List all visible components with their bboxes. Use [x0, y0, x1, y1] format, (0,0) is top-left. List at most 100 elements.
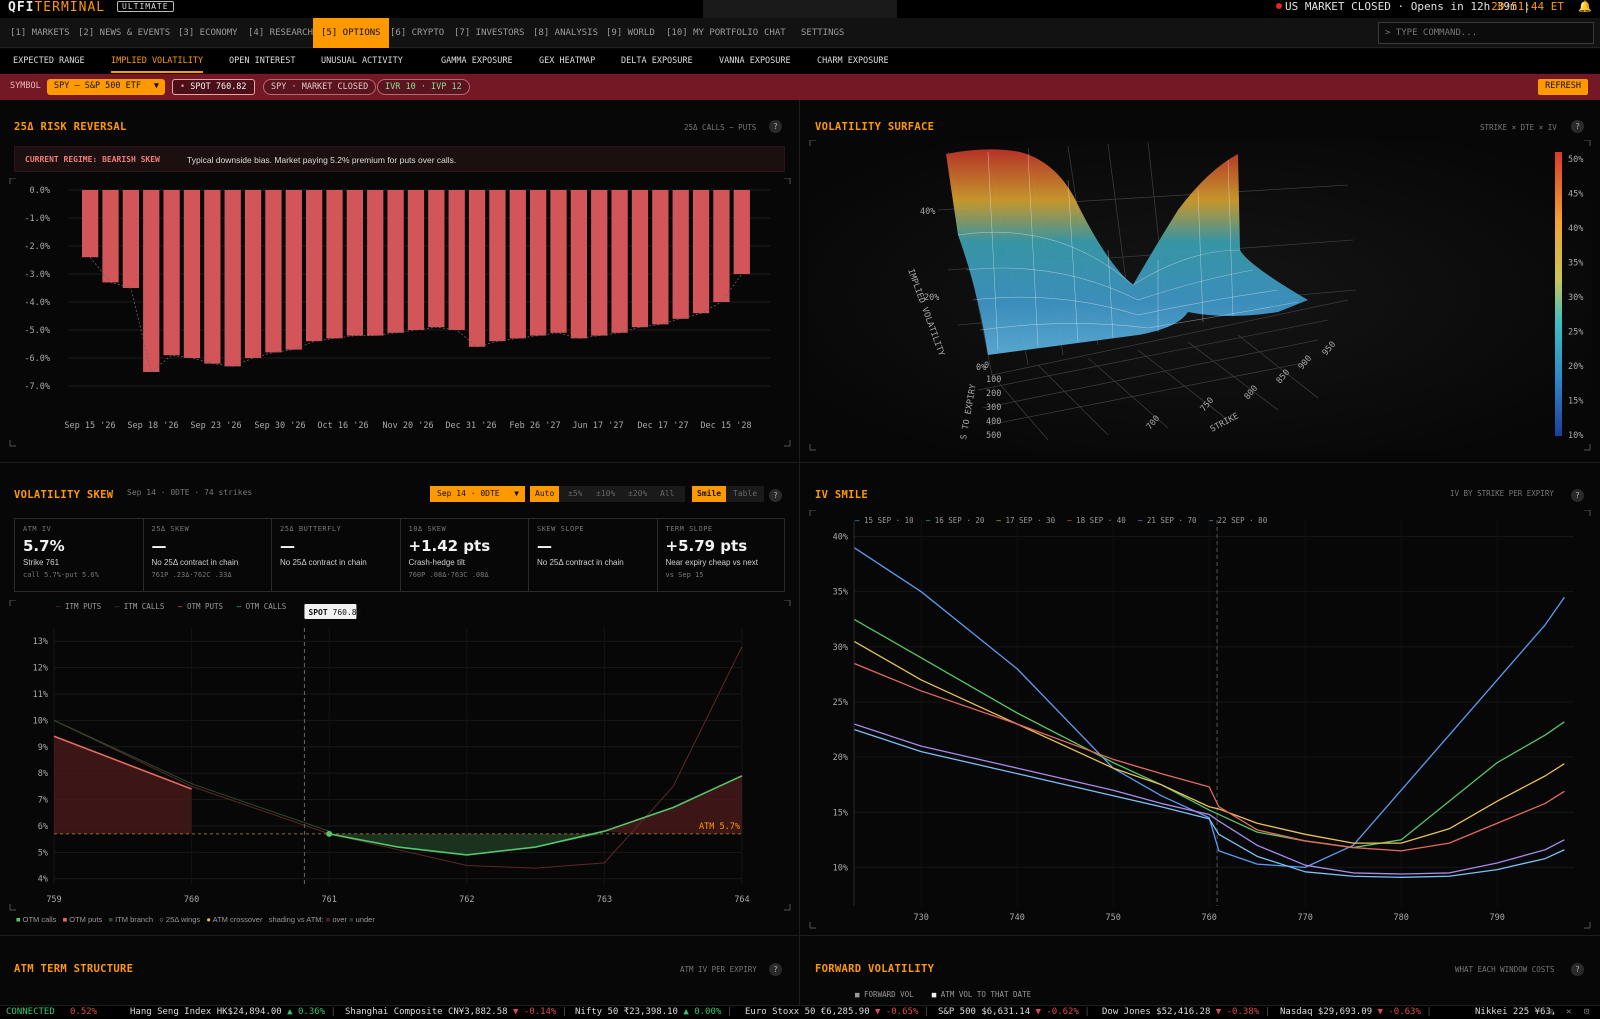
chevron-down-icon: ▼ — [153, 81, 159, 91]
help-icon-6[interactable]: ? — [1571, 963, 1584, 976]
tab-unusual-activity[interactable]: UNUSUAL ACTIVITY — [321, 49, 403, 73]
rr-bar — [468, 190, 486, 347]
symbol-select[interactable]: SPY — S&P 500 ETF ▼ — [47, 79, 165, 95]
tab-delta-exposure[interactable]: DELTA EXPOSURE — [621, 49, 693, 73]
legend-dot-itm: ■ — [108, 915, 113, 924]
colorbar-tick: 30% — [1568, 293, 1583, 303]
ticker-item[interactable]: S&P 500 $6,631.14 ▼ -0.62% | — [938, 1007, 1090, 1017]
help-icon[interactable]: ? — [769, 120, 782, 133]
legend-swatch-under: ■ — [349, 915, 354, 924]
chevron-down-icon-2: ▼ — [514, 489, 519, 498]
rr-bar — [265, 190, 282, 353]
ticker-name: 0.52% — [70, 1007, 98, 1017]
expiry-select[interactable]: Sep 14 · 0DTE ▼ — [430, 486, 525, 502]
rr-x-tick: Jun 17 '27 — [572, 421, 623, 431]
nav-analysis[interactable]: [8] ANALYSIS — [525, 18, 606, 48]
smile-y-tick: 25% — [833, 698, 848, 708]
vol-skew-chart[interactable]: ATM 5.7% 13% 12% 11% 10% 9% 8% 7% 6% 5% 4% 759 760 7… — [8, 600, 792, 912]
metric-value: — — [537, 537, 552, 555]
range-all[interactable]: All — [655, 486, 679, 502]
rr-bar — [285, 190, 302, 350]
help-icon-4[interactable]: ? — [1571, 489, 1584, 502]
rr-bar — [183, 190, 201, 358]
tab-gex-heatmap[interactable]: GEX HEATMAP — [539, 49, 595, 73]
tab-expected-range[interactable]: EXPECTED RANGE — [13, 49, 85, 73]
nav-my-portfolio[interactable]: [10] MY PORTFOLIO — [658, 18, 766, 48]
rr-x-tick: Sep 30 '26 — [254, 421, 305, 431]
nav-economy[interactable]: [3] ECONOMY — [170, 18, 246, 48]
ticker-item[interactable]: Euro Stoxx 50 €6,285.90 ▼ -0.65% | — [745, 1007, 929, 1017]
iv-smile-title: IV SMILE — [815, 489, 868, 501]
range-10[interactable]: ±10% — [591, 486, 620, 502]
nav-world[interactable]: [9] WORLD — [598, 18, 663, 48]
nav-options[interactable]: [5] OPTIONS — [313, 18, 389, 48]
view-smile[interactable]: Smile — [692, 486, 727, 502]
ticker-separator: | — [918, 1007, 930, 1017]
spot-chip: • SPOT 760.82 — [172, 79, 255, 95]
nav-settings[interactable]: SETTINGS — [793, 18, 852, 48]
metric-label: 10Δ SKEW — [408, 525, 447, 533]
metric-sub2: 761P .23Δ·762C .33Δ — [151, 571, 232, 579]
tab-open-interest[interactable]: OPEN INTEREST — [229, 49, 296, 73]
rr-x-axis: Sep 15 '26 Sep 18 '26 Sep 23 '26 Sep 30 '26… — [64, 421, 751, 431]
ticker-item[interactable]: Dow Jones $52,416.28 ▼ -0.38% | — [1102, 1007, 1270, 1017]
smile-y-tick: 35% — [833, 588, 848, 598]
metric-label: 25Δ SKEW — [151, 525, 190, 533]
help-icon-5[interactable]: ? — [769, 963, 782, 976]
range-5[interactable]: ±5% — [563, 486, 587, 502]
nav-markets[interactable]: [1] MARKETS — [2, 18, 78, 48]
range-auto[interactable]: Auto — [530, 486, 560, 502]
ticker-name: Dow Jones $52,416.28 — [1102, 1007, 1216, 1017]
tab-implied-volatility[interactable]: IMPLIED VOLATILITY — [111, 49, 204, 73]
rr-bar — [82, 190, 99, 258]
range-20[interactable]: ±20% — [623, 486, 652, 502]
rr-bar — [713, 190, 730, 302]
smile-x-tick: 780 — [1394, 913, 1409, 923]
app-logo[interactable]: QFITERMINAL — [8, 0, 105, 15]
help-icon-2[interactable]: ? — [1571, 120, 1584, 133]
skew-legend-bottom: ■ OTM calls ■ OTM puts ■ ITM branch ○ 25… — [16, 915, 375, 924]
nav-investors[interactable]: [7] INVESTORS — [446, 18, 532, 48]
ticker-item[interactable]: Hang Seng Index HK$24,894.00 ▲ 0.36% | — [130, 1007, 336, 1017]
nav-chat[interactable]: CHAT — [756, 18, 794, 48]
nav-research[interactable]: [4] RESEARCH — [240, 18, 321, 48]
refresh-button[interactable]: REFRESH — [1538, 79, 1588, 95]
social-icon[interactable]: ⊡ — [1584, 1007, 1589, 1017]
ticker-name: Euro Stoxx 50 €6,285.90 — [745, 1007, 876, 1017]
range-toggle-group: Auto ±5% ±10% ±20% All — [530, 486, 685, 502]
command-input[interactable] — [1378, 22, 1594, 44]
nav-news-events[interactable]: [2] NEWS & EVENTS — [70, 18, 178, 48]
nav-crypto[interactable]: [6] CRYPTO — [382, 18, 452, 48]
ticker-separator: | — [325, 1007, 336, 1017]
rr-x-tick: Nov 20 '26 — [382, 421, 433, 431]
ticker-item[interactable]: Shanghai Composite CN¥3,882.58 ▼ -0.14% … — [345, 1007, 567, 1017]
iv-smile-chart[interactable]: 40% 35% 30% 25% 20% 15% 10% 730 740 750 760 770 780 7… — [808, 510, 1592, 930]
rr-x-tick: Sep 23 '26 — [190, 421, 241, 431]
rr-bar — [672, 190, 689, 319]
rr-bar — [306, 190, 323, 342]
skew-metrics: ATM IV 5.7% Strike 761 call 5.7%·put 5.6% 25… — [14, 518, 785, 592]
ticker-change: ▼ -0.38% — [1215, 1007, 1260, 1017]
tab-gamma-exposure[interactable]: GAMMA EXPOSURE — [441, 49, 513, 73]
help-icon-3[interactable]: ? — [769, 489, 782, 502]
skew-spot-marker: SPOT 760.82 — [303, 604, 362, 884]
rr-bar — [570, 190, 588, 339]
ticker-item[interactable]: Nifty 50 ₹23,398.10 ▲ 0.00% | — [575, 1007, 732, 1017]
instagram-icon[interactable]: ◎ — [1548, 1007, 1553, 1017]
tab-vanna-exposure[interactable]: VANNA EXPOSURE — [719, 49, 791, 73]
ticker-item[interactable]: Nikkei 225 ¥63, — [1475, 1007, 1556, 1017]
bell-icon[interactable]: 🔔 — [1578, 0, 1592, 13]
rr-bar — [652, 190, 669, 325]
ticker-item[interactable]: 0.52% — [70, 1007, 97, 1017]
panel-divider-horizontal-2 — [0, 935, 1600, 936]
vol-surface-chart[interactable]: IMPLIED VOLATILITY 40% 20% 0% S TO EXPIR… — [808, 140, 1592, 452]
surface-y-tick: 500 — [986, 431, 1001, 441]
rr-y-tick: 0.0% — [30, 186, 50, 196]
rr-bar — [611, 190, 628, 333]
atm-crossover-dot — [326, 830, 333, 837]
view-table[interactable]: Table — [728, 486, 762, 502]
skew-y-tick: 4% — [38, 875, 48, 885]
ticker-item[interactable]: Nasdaq $29,693.09 ▼ -0.63% | — [1280, 1007, 1432, 1017]
tab-charm-exposure[interactable]: CHARM EXPOSURE — [817, 49, 889, 73]
x-icon[interactable]: ✕ — [1566, 1007, 1571, 1017]
